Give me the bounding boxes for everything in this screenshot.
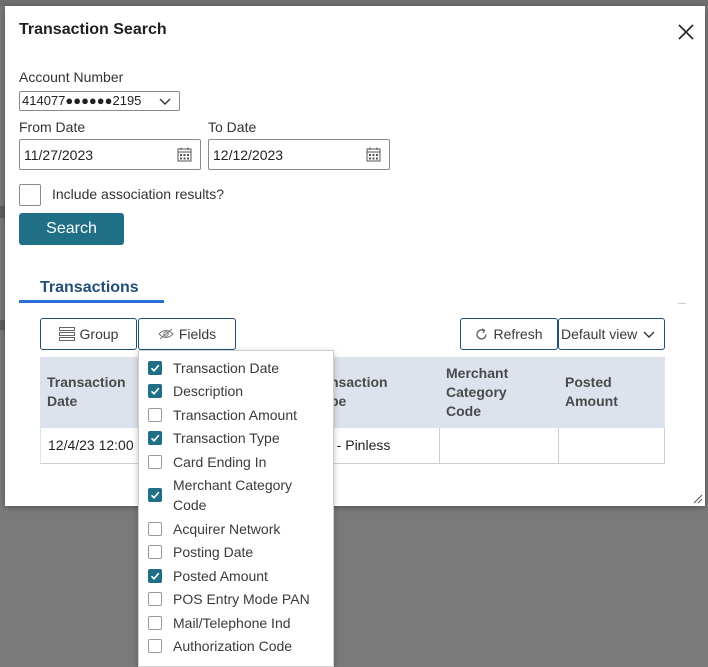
cell-transaction-type: d - Pinless	[325, 437, 391, 453]
checkmark-icon	[150, 387, 160, 395]
field-option-card-ending-in[interactable]: Card Ending In	[139, 452, 333, 472]
tab-divider	[678, 303, 686, 304]
refresh-button[interactable]: Refresh	[460, 318, 558, 350]
header-posted-amount[interactable]: Posted Amount	[565, 373, 618, 411]
field-checkbox[interactable]	[148, 545, 162, 559]
field-checkbox[interactable]	[148, 522, 162, 536]
modal-title: Transaction Search	[19, 21, 167, 38]
transaction-search-modal: Transaction Search Account Number 414077…	[5, 6, 705, 506]
field-checkbox[interactable]	[148, 616, 162, 630]
chevron-down-icon	[159, 98, 171, 105]
field-option-label: Transaction Type	[173, 430, 280, 446]
field-checkbox[interactable]	[148, 488, 162, 502]
field-option-posting-date[interactable]: Posting Date	[139, 542, 333, 562]
cell-transaction-date: 12/4/23 12:00	[48, 437, 134, 453]
from-date-label: From Date	[19, 119, 86, 135]
field-option-acquirer-network[interactable]: Acquirer Network	[139, 519, 333, 539]
transactions-table: Transaction Date nsaction pe Merchant Ca…	[40, 357, 665, 464]
field-option-merchant-category-code[interactable]: Merchant Category Code	[139, 475, 333, 515]
field-option-label: Posting Date	[173, 544, 254, 560]
from-date-input[interactable]: 11/27/2023	[19, 139, 201, 170]
field-checkbox[interactable]	[148, 639, 162, 653]
to-date-input[interactable]: 12/12/2023	[208, 139, 390, 170]
field-checkbox[interactable]	[148, 592, 162, 606]
field-checkbox[interactable]	[148, 361, 162, 375]
field-checkbox[interactable]	[148, 384, 162, 398]
checkmark-icon	[150, 572, 160, 580]
header-transaction-date[interactable]: Transaction Date	[47, 373, 126, 411]
field-option-authorization-code[interactable]: Authorization Code	[139, 636, 333, 656]
field-option-transaction-amount[interactable]: Transaction Amount	[139, 405, 333, 425]
group-icon	[58, 327, 75, 341]
group-label: Group	[79, 326, 119, 342]
field-option-label: Description	[173, 383, 244, 399]
to-date-value: 12/12/2023	[213, 147, 284, 163]
field-checkbox[interactable]	[148, 431, 162, 445]
chevron-down-icon	[643, 331, 655, 338]
checkmark-icon	[150, 491, 160, 499]
table-row[interactable]: 12/4/23 12:00 d - Pinless	[40, 428, 665, 464]
field-option-label: Authorization Code	[173, 638, 293, 654]
checkmark-icon	[150, 364, 160, 372]
field-option-label: Transaction Date	[173, 360, 280, 376]
fields-label: Fields	[178, 326, 217, 342]
field-option-pos-entry-mode-pan[interactable]: POS Entry Mode PAN	[139, 589, 333, 609]
account-number-select[interactable]: 414077●●●●●●2195	[19, 91, 180, 111]
field-option-label: Mail/Telephone Ind	[173, 615, 291, 631]
field-option-label: Acquirer Network	[173, 521, 281, 537]
close-icon	[678, 24, 694, 40]
field-checkbox[interactable]	[148, 569, 162, 583]
field-option-description[interactable]: Description	[139, 381, 333, 401]
to-date-label: To Date	[208, 119, 257, 135]
group-button[interactable]: Group	[40, 318, 137, 350]
field-option-transaction-type[interactable]: Transaction Type	[139, 428, 333, 448]
fields-dropdown-menu: Transaction Date Description Transaction…	[138, 350, 334, 667]
field-option-posted-amount[interactable]: Posted Amount	[139, 566, 333, 586]
account-number-label: Account Number	[19, 69, 124, 85]
refresh-icon	[476, 327, 488, 340]
field-option-label: Merchant Category Code	[173, 477, 293, 513]
header-merchant-category-code[interactable]: Merchant Category Code	[446, 364, 508, 421]
checkmark-icon	[150, 434, 160, 442]
field-option-label: POS Entry Mode PAN	[173, 591, 310, 607]
default-view-select[interactable]: Default view	[558, 318, 665, 350]
search-button[interactable]: Search	[19, 213, 124, 245]
column-separator	[439, 428, 440, 464]
calendar-icon[interactable]	[177, 147, 192, 162]
header-transaction-type[interactable]: nsaction pe	[330, 373, 388, 411]
tab-transactions[interactable]: Transactions	[40, 279, 139, 297]
field-option-transaction-date[interactable]: Transaction Date	[139, 358, 333, 378]
field-checkbox[interactable]	[148, 408, 162, 422]
field-option-mail-telephone-ind[interactable]: Mail/Telephone Ind	[139, 613, 333, 633]
include-association-label: Include association results?	[52, 186, 224, 202]
include-association-checkbox[interactable]	[19, 184, 41, 206]
eye-slash-icon	[158, 328, 174, 340]
account-number-value: 414077●●●●●●2195	[22, 93, 142, 108]
field-checkbox[interactable]	[148, 455, 162, 469]
from-date-value: 11/27/2023	[24, 147, 94, 163]
column-separator	[558, 428, 559, 464]
table-header: Transaction Date nsaction pe Merchant Ca…	[40, 357, 665, 428]
field-option-label: Posted Amount	[173, 568, 268, 584]
calendar-icon[interactable]	[366, 147, 381, 162]
active-tab-indicator	[19, 300, 164, 303]
resize-grip-icon[interactable]	[693, 494, 703, 504]
view-label: Default view	[561, 326, 638, 342]
field-option-label: Transaction Amount	[173, 407, 297, 423]
close-button[interactable]	[675, 21, 697, 43]
refresh-label: Refresh	[493, 326, 543, 342]
field-option-label: Card Ending In	[173, 454, 267, 470]
fields-button[interactable]: Fields	[138, 318, 236, 350]
